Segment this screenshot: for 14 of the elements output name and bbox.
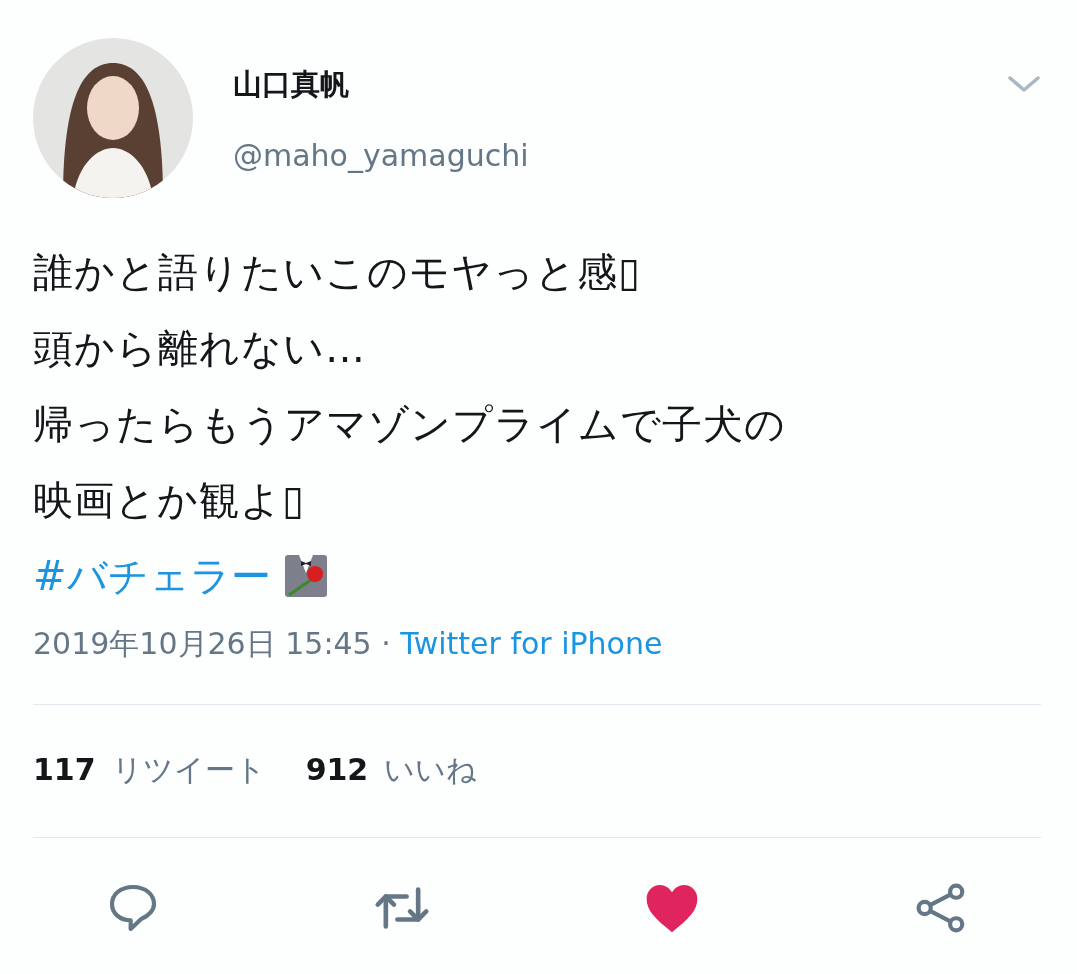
tweet-text: 頭から離れない… <box>33 324 367 373</box>
hashtag-link[interactable]: #バチェラー <box>33 538 271 614</box>
display-name: 山口真帆 <box>233 66 350 102</box>
stat-count: 912 <box>305 752 369 787</box>
tweet-timestamp: 2019年10月26日 15:45 · <box>33 625 392 663</box>
stat-count: 117 <box>33 752 96 787</box>
tweet-text: 誰かと語りたいこのモヤっと感▯ <box>33 248 642 297</box>
tweet-text: 映画とか観よ▯ <box>33 476 306 525</box>
tweet-text: 帰ったらもうアマゾンプライムで子犬の <box>33 400 787 449</box>
tuxedo-rose-icon <box>284 555 327 597</box>
user-handle: @maho_yamaguchi <box>233 138 530 174</box>
stat-label[interactable]: いいね <box>384 750 478 791</box>
source-link[interactable]: Twitter for iPhone <box>400 624 663 664</box>
stat-label[interactable]: リツイート <box>111 750 266 791</box>
